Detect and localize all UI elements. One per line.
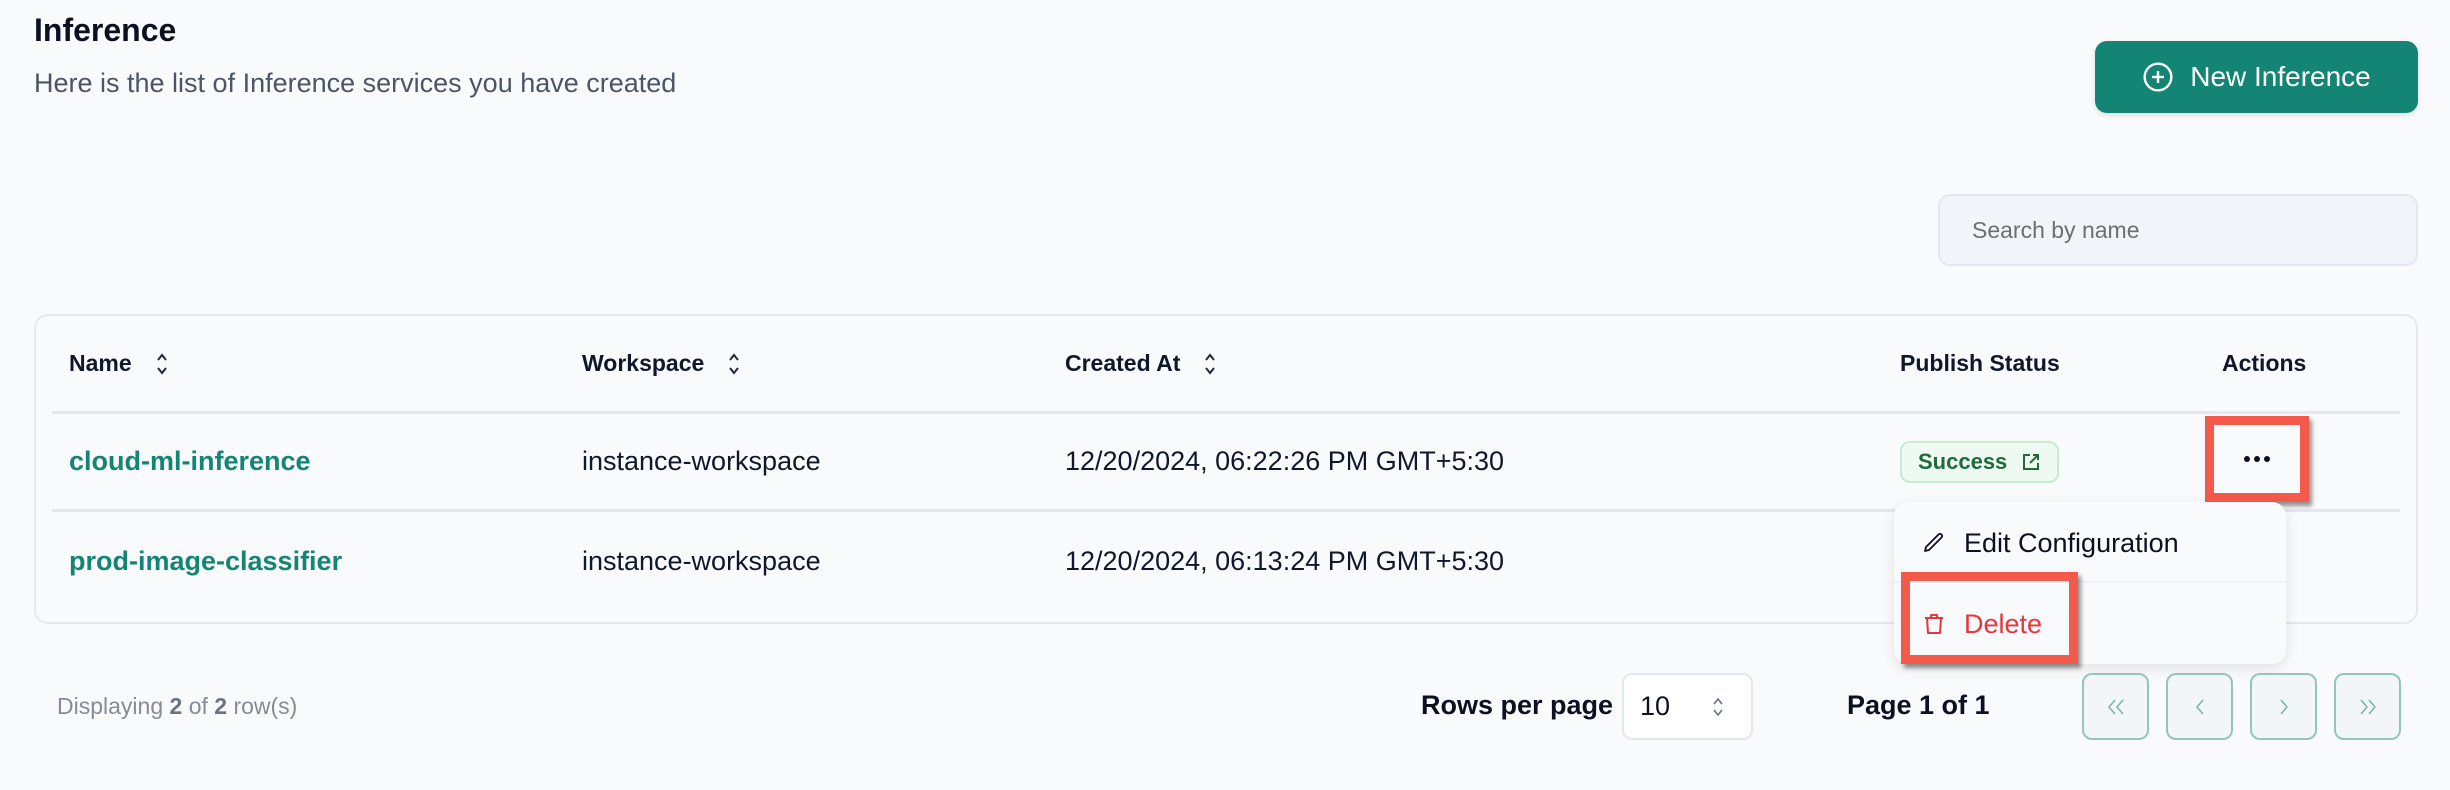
column-header-actions: Actions bbox=[2222, 316, 2306, 411]
next-page-button[interactable] bbox=[2250, 673, 2317, 740]
new-inference-label: New Inference bbox=[2190, 61, 2371, 92]
created-at-cell: 12/20/2024, 06:13:24 PM GMT+5:30 bbox=[1065, 545, 1505, 576]
rows-per-page-select[interactable]: 10 bbox=[1622, 673, 1753, 740]
menu-item-label: Edit Configuration bbox=[1964, 527, 2179, 558]
created-at-cell: 12/20/2024, 06:22:26 PM GMT+5:30 bbox=[1065, 446, 1505, 476]
rows-per-page-value: 10 bbox=[1640, 691, 1671, 721]
column-label: Created At bbox=[1065, 350, 1181, 376]
new-inference-button[interactable]: New Inference bbox=[2095, 41, 2418, 113]
chevron-right-icon bbox=[2279, 698, 2288, 715]
first-page-button[interactable] bbox=[2082, 673, 2149, 740]
chevrons-left-icon bbox=[2107, 698, 2124, 715]
column-label: Name bbox=[69, 350, 132, 376]
edit-configuration-menu-item[interactable]: Edit Configuration bbox=[1894, 505, 2286, 583]
chevron-left-icon bbox=[2195, 698, 2204, 715]
displayed-count: 2 bbox=[169, 693, 183, 719]
workspace-cell: instance-workspace bbox=[582, 545, 821, 576]
pencil-icon bbox=[1924, 533, 1943, 552]
search-input[interactable] bbox=[1938, 194, 2418, 266]
menu-item-label: Delete bbox=[1964, 608, 2043, 639]
page-title: Inference bbox=[34, 12, 177, 48]
plus-circle-icon bbox=[2143, 62, 2173, 92]
actions-menu: Edit Configuration Delete bbox=[1894, 502, 2286, 664]
row-count-summary: Displaying 2 of 2 row(s) bbox=[57, 693, 297, 720]
table-header: Name Workspace Created At Publish Status… bbox=[52, 316, 2400, 414]
inference-name-link[interactable]: cloud-ml-inference bbox=[69, 446, 311, 477]
workspace-cell: instance-workspace bbox=[582, 446, 821, 476]
summary-suffix: row(s) bbox=[233, 693, 298, 719]
trash-icon bbox=[1925, 614, 1943, 634]
status-label: Success bbox=[1918, 448, 2008, 474]
page-subtitle: Here is the list of Inference services y… bbox=[34, 68, 677, 98]
column-header-publish-status: Publish Status bbox=[1900, 316, 2060, 411]
last-page-button[interactable] bbox=[2334, 673, 2401, 740]
more-horizontal-icon bbox=[2244, 456, 2270, 462]
inference-name-link[interactable]: prod-image-classifier bbox=[69, 546, 342, 577]
summary-prefix: Displaying bbox=[57, 693, 164, 719]
page-indicator: Page 1 of 1 bbox=[1847, 690, 1990, 720]
sort-icon[interactable] bbox=[1202, 351, 1218, 377]
column-header-name[interactable]: Name bbox=[69, 316, 170, 411]
summary-of: of bbox=[188, 693, 208, 719]
external-link-icon bbox=[2023, 453, 2040, 470]
row-actions-button[interactable] bbox=[2205, 416, 2309, 502]
chevrons-right-icon bbox=[2359, 698, 2376, 715]
chevron-up-down-icon bbox=[1713, 697, 1723, 716]
column-header-workspace[interactable]: Workspace bbox=[582, 316, 742, 411]
column-label: Actions bbox=[2222, 350, 2307, 376]
sort-icon[interactable] bbox=[154, 351, 170, 377]
status-badge[interactable]: Success bbox=[1900, 440, 2060, 483]
table-row: cloud-ml-inference instance-workspace 12… bbox=[52, 414, 2400, 512]
previous-page-button[interactable] bbox=[2166, 673, 2233, 740]
column-label: Workspace bbox=[582, 350, 705, 376]
rows-per-page-label: Rows per page bbox=[1421, 690, 1614, 720]
column-header-created-at[interactable]: Created At bbox=[1065, 316, 1218, 411]
sort-icon[interactable] bbox=[726, 351, 742, 377]
delete-menu-item[interactable]: Delete bbox=[1894, 585, 2286, 663]
total-count: 2 bbox=[214, 693, 228, 719]
column-label: Publish Status bbox=[1900, 350, 2060, 376]
